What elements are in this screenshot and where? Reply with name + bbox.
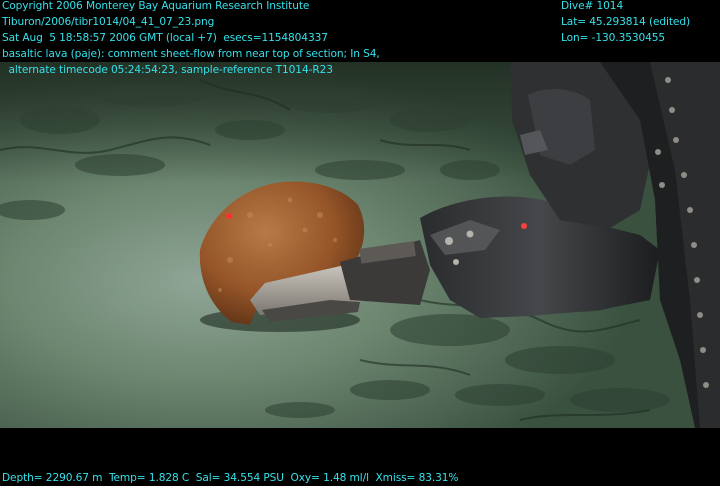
comment-line-1: basaltic lava (paje): comment sheet-flow… xyxy=(2,48,380,60)
laser-dot xyxy=(521,223,527,229)
longitude-text: Lon= -130.3530455 xyxy=(561,32,666,44)
laser-dot xyxy=(226,213,232,219)
camera-frame: Copyright 2006 Monterey Bay Aquarium Res… xyxy=(0,0,720,486)
file-path-text: Tiburon/2006/tibr1014/04_41_07_23.png xyxy=(2,16,215,28)
telemetry-text: Depth= 2290.67 m Temp= 1.828 C Sal= 34.5… xyxy=(2,472,459,484)
comment-line-2: alternate timecode 05:24:54:23, sample-r… xyxy=(2,64,333,76)
dive-number-text: Dive# 1014 xyxy=(561,0,624,12)
latitude-text: Lat= 45.293814 (edited) xyxy=(561,16,690,28)
copyright-text: Copyright 2006 Monterey Bay Aquarium Res… xyxy=(2,0,310,12)
timestamp-text: Sat Aug 5 18:58:57 2006 GMT (local +7) e… xyxy=(2,32,328,44)
